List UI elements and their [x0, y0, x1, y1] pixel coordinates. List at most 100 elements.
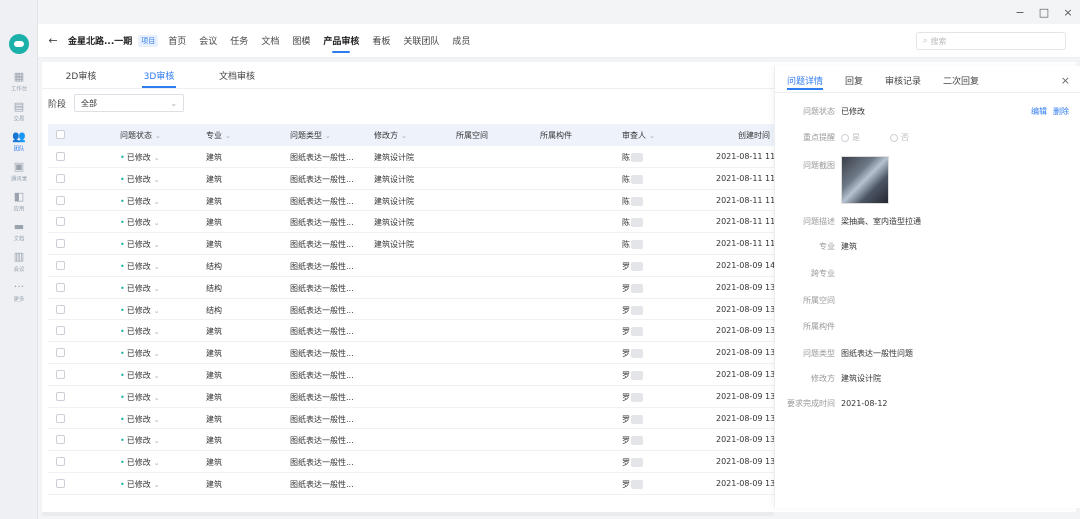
minimize-button[interactable]: − — [1008, 0, 1032, 24]
subtab-1[interactable]: 3D审核 — [120, 62, 198, 88]
row-checkbox[interactable] — [56, 326, 65, 336]
detail-tab-2[interactable]: 审核记录 — [885, 74, 921, 94]
table-row[interactable]: • 已修改 ⌄ 结构 图纸表达一般性... 罗 2021-08-09 13: — [48, 299, 778, 321]
detail-tab-3[interactable]: 二次回复 — [943, 74, 979, 94]
rail-item-1[interactable]: ▤ 交易 — [0, 96, 38, 128]
table-row[interactable]: • 已修改 ⌄ 建筑 图纸表达一般性... 罗 2021-08-09 13: — [48, 451, 778, 473]
nav-tab-5[interactable]: 产品审核 — [323, 24, 359, 58]
nav-tab-2[interactable]: 任务 — [230, 24, 248, 58]
status-cell[interactable]: • 已修改 ⌄ — [120, 479, 160, 490]
status-cell[interactable]: • 已修改 ⌄ — [120, 174, 160, 185]
table-row[interactable]: • 已修改 ⌄ 建筑 图纸表达一般性... 罗 2021-08-09 13: — [48, 473, 778, 495]
table-row[interactable]: • 已修改 ⌄ 建筑 图纸表达一般性... 建筑设计院 陈 2021-08-11 11: — [48, 146, 778, 168]
nav-tab-7[interactable]: 关联团队 — [403, 24, 439, 58]
row-checkbox[interactable] — [56, 217, 65, 227]
header-component: 所属构件 — [540, 131, 572, 140]
status-cell[interactable]: • 已修改 ⌄ — [120, 283, 160, 294]
row-checkbox[interactable] — [56, 152, 65, 161]
nav-tab-0[interactable]: 首页 — [168, 24, 186, 58]
status-cell[interactable]: • 已修改 ⌄ — [120, 239, 160, 250]
nav-tab-3[interactable]: 文档 — [261, 24, 279, 58]
rail-item-4[interactable]: ◧ 应用 — [0, 186, 38, 218]
status-cell[interactable]: • 已修改 ⌄ — [120, 348, 160, 359]
issue-screenshot-thumbnail[interactable] — [841, 156, 889, 204]
table-row[interactable]: • 已修改 ⌄ 建筑 图纸表达一般性... 罗 2021-08-09 13: — [48, 320, 778, 343]
status-cell[interactable]: • 已修改 ⌄ — [120, 414, 160, 425]
rail-item-label: 应用 — [13, 206, 25, 213]
detail-tab-1[interactable]: 回复 — [845, 74, 863, 94]
select-all-checkbox[interactable] — [56, 130, 65, 139]
search-input[interactable]: ⌕ 搜索 — [916, 32, 1066, 50]
row-checkbox[interactable] — [56, 413, 65, 423]
screenshot-label: 问题截图 — [803, 161, 835, 170]
table-row[interactable]: • 已修改 ⌄ 建筑 图纸表达一般性... 建筑设计院 陈 2021-08-11 11: — [48, 233, 778, 255]
close-icon[interactable]: × — [1061, 74, 1070, 87]
delete-link[interactable]: 删除 — [1053, 107, 1069, 116]
status-dot-icon: • — [120, 305, 125, 315]
app-logo[interactable] — [9, 34, 29, 54]
row-checkbox[interactable] — [56, 282, 65, 292]
horizontal-scrollbar[interactable] — [42, 512, 774, 516]
rail-item-5[interactable]: ▬ 文档 — [0, 216, 38, 248]
rail-item-0[interactable]: ▦ 工作台 — [0, 66, 38, 98]
table-row[interactable]: • 已修改 ⌄ 建筑 图纸表达一般性... 罗 2021-08-09 13: — [48, 342, 778, 364]
header-major[interactable]: 专业 ⌄ — [206, 130, 231, 141]
header-type[interactable]: 问题类型 ⌄ — [290, 130, 331, 141]
chevron-down-icon: ⌄ — [153, 284, 160, 293]
maximize-button[interactable]: □ — [1032, 0, 1056, 24]
header-reviewer[interactable]: 审查人 ⌄ — [622, 130, 655, 141]
row-checkbox[interactable] — [56, 391, 65, 401]
nav-tab-8[interactable]: 成员 — [452, 24, 470, 58]
nav-tab-1[interactable]: 会议 — [199, 24, 217, 58]
table-row[interactable]: • 已修改 ⌄ 建筑 图纸表达一般性... 建筑设计院 陈 2021-08-11 11: — [48, 168, 778, 190]
header-status[interactable]: 问题状态 ⌄ — [120, 130, 161, 141]
status-cell[interactable]: • 已修改 ⌄ — [120, 196, 160, 207]
row-checkbox[interactable] — [56, 173, 65, 183]
header-created[interactable]: 创建时间 — [738, 130, 770, 141]
type-cell: 图纸表达一般性... — [290, 174, 354, 184]
row-checkbox[interactable] — [56, 435, 65, 445]
row-checkbox[interactable] — [56, 369, 65, 379]
row-checkbox[interactable] — [56, 195, 65, 205]
status-cell[interactable]: • 已修改 ⌄ — [120, 305, 160, 316]
rail-item-6[interactable]: ▥ 会议 — [0, 246, 38, 278]
nav-tab-4[interactable]: 图模 — [292, 24, 310, 58]
row-checkbox[interactable] — [56, 260, 65, 270]
row-checkbox[interactable] — [56, 304, 65, 314]
priority-no-radio[interactable] — [890, 133, 898, 142]
status-cell[interactable]: • 已修改 ⌄ — [120, 326, 160, 337]
status-cell[interactable]: • 已修改 ⌄ — [120, 217, 160, 228]
table-row[interactable]: • 已修改 ⌄ 建筑 图纸表达一般性... 罗 2021-08-09 13: — [48, 429, 778, 452]
table-row[interactable]: • 已修改 ⌄ 结构 图纸表达一般性... 罗 2021-08-09 13: — [48, 277, 778, 299]
row-checkbox[interactable] — [56, 239, 65, 249]
table-row[interactable]: • 已修改 ⌄ 结构 图纸表达一般性... 罗 2021-08-09 14: — [48, 255, 778, 277]
table-row[interactable]: • 已修改 ⌄ 建筑 图纸表达一般性... 罗 2021-08-09 13: — [48, 386, 778, 408]
table-row[interactable]: • 已修改 ⌄ 建筑 图纸表达一般性... 建筑设计院 陈 2021-08-11 11: — [48, 211, 778, 234]
nav-tab-6[interactable]: 看板 — [372, 24, 390, 58]
status-cell[interactable]: • 已修改 ⌄ — [120, 152, 160, 163]
status-cell[interactable]: • 已修改 ⌄ — [120, 457, 160, 468]
header-fix-by[interactable]: 修改方 ⌄ — [374, 130, 407, 141]
status-cell[interactable]: • 已修改 ⌄ — [120, 392, 160, 403]
subtab-2[interactable]: 文档审核 — [198, 62, 276, 88]
edit-link[interactable]: 编辑 — [1031, 107, 1047, 116]
stage-select[interactable]: 全部 ⌄ — [74, 94, 185, 112]
status-cell[interactable]: • 已修改 ⌄ — [120, 435, 160, 446]
back-arrow-icon[interactable]: ← — [38, 34, 68, 47]
rail-item-7[interactable]: ··· 更多 — [0, 276, 38, 308]
subtab-0[interactable]: 2D审核 — [42, 62, 120, 88]
major-cell: 结构 — [206, 261, 222, 271]
priority-yes-radio[interactable] — [841, 133, 849, 142]
table-row[interactable]: • 已修改 ⌄ 建筑 图纸表达一般性... 罗 2021-08-09 13: — [48, 364, 778, 386]
row-checkbox[interactable] — [56, 348, 65, 358]
status-cell[interactable]: • 已修改 ⌄ — [120, 370, 160, 381]
detail-tab-0[interactable]: 问题详情 — [787, 74, 824, 94]
rail-item-2[interactable]: 👥 团队 — [0, 126, 38, 158]
rail-item-3[interactable]: ▣ 通讯录 — [0, 156, 38, 188]
status-cell[interactable]: • 已修改 ⌄ — [120, 261, 160, 272]
close-window-button[interactable]: × — [1056, 0, 1080, 24]
row-checkbox[interactable] — [56, 457, 65, 467]
row-checkbox[interactable] — [56, 478, 65, 488]
table-row[interactable]: • 已修改 ⌄ 建筑 图纸表达一般性... 罗 2021-08-09 13: — [48, 408, 778, 430]
table-row[interactable]: • 已修改 ⌄ 建筑 图纸表达一般性... 建筑设计院 陈 2021-08-11 11: — [48, 190, 778, 212]
